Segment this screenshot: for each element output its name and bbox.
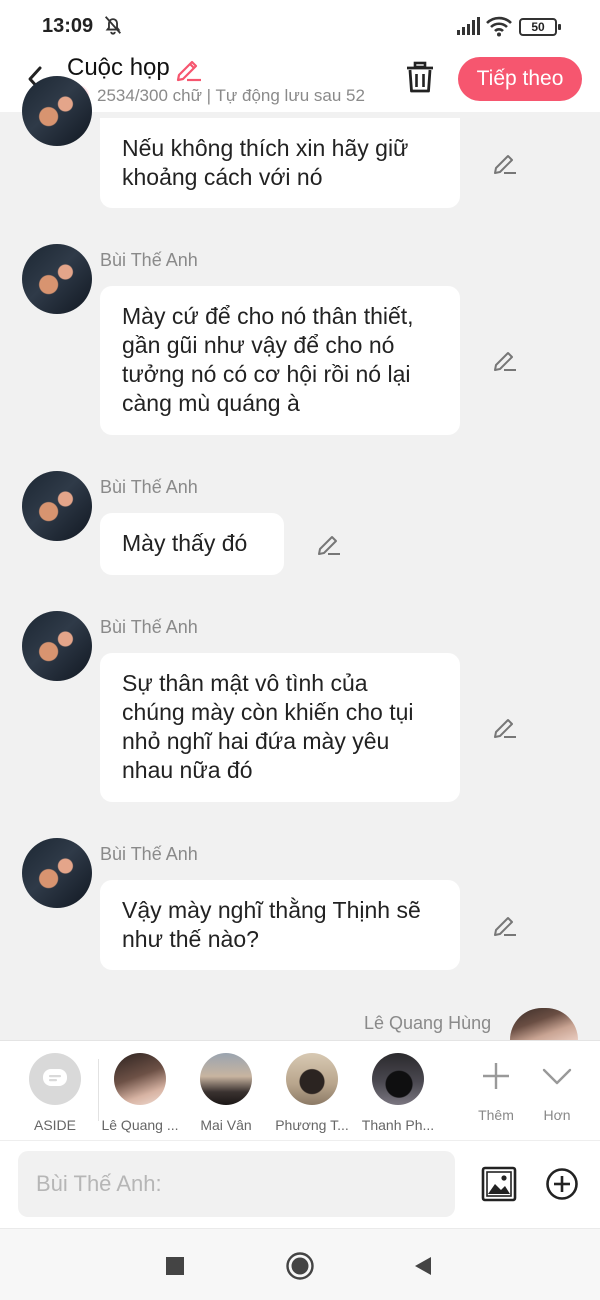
page-title: Cuộc họp [67, 54, 170, 81]
message-input[interactable] [18, 1151, 455, 1217]
edit-pencil-icon[interactable] [492, 714, 518, 740]
message-bubble[interactable]: Mày cứ để cho nó thân thiết, gần gũi như… [100, 286, 460, 435]
avatar [114, 1053, 166, 1105]
avatar [372, 1053, 424, 1105]
bell-off-icon [104, 16, 122, 35]
sender-name: Bùi Thế Anh [100, 844, 198, 864]
status-time: 13:09 [42, 15, 94, 37]
avatar [200, 1053, 252, 1105]
character-le-quang-hung[interactable]: Lê Quang ... [94, 1053, 186, 1133]
chevron-down-icon [542, 1068, 572, 1085]
avatar [286, 1053, 338, 1105]
recent-apps-button[interactable] [160, 1251, 190, 1281]
character-label: Phương T... [275, 1117, 349, 1133]
character-mai-van[interactable]: Mai Vân [180, 1053, 272, 1133]
character-thanh-ph[interactable]: Thanh Ph... [352, 1053, 444, 1133]
character-label: ASIDE [33, 1117, 76, 1133]
character-label: Mai Vân [200, 1117, 252, 1133]
edit-pencil-icon[interactable] [492, 912, 518, 938]
system-nav-bar [0, 1228, 600, 1300]
trash-icon[interactable] [402, 59, 438, 95]
message-bubble[interactable]: Sự thân mật vô tình của chúng mày còn kh… [100, 653, 460, 802]
edit-pencil-icon[interactable] [316, 531, 342, 557]
home-button[interactable] [285, 1251, 315, 1281]
avatar[interactable] [22, 611, 92, 681]
character-phuong-t[interactable]: Phương T... [266, 1053, 358, 1133]
add-circle-icon[interactable] [545, 1167, 579, 1201]
circle-icon [286, 1252, 314, 1280]
character-selector: ASIDE Lê Quang ... Mai Vân Phương T... T… [0, 1040, 600, 1140]
expand-label: Hơn [543, 1107, 571, 1123]
word-count-text: 2534/300 chữ | Tự động lưu sau 52 [97, 86, 365, 105]
more-label: Thêm [478, 1107, 514, 1123]
avatar[interactable] [22, 244, 92, 314]
message-bubble[interactable]: Nếu không thích xin hãy giữ khoảng cách … [100, 118, 460, 208]
battery-level: 50 [531, 20, 545, 34]
avatar[interactable] [22, 838, 92, 908]
next-button[interactable]: Tiếp theo [458, 57, 582, 101]
battery-indicator: 50 [519, 18, 561, 36]
aside-chat-icon [29, 1053, 81, 1105]
add-character-button[interactable]: Thêm [461, 1053, 531, 1123]
signal-icon [457, 17, 480, 35]
avatar[interactable] [22, 471, 92, 541]
word-count-status: 2534/300 chữ | Tự động lưu sau 52 [67, 84, 380, 108]
message-bubble[interactable]: Vậy mày nghĩ thằng Thịnh sẽ như thế nào? [100, 880, 460, 970]
edit-pencil-icon[interactable] [492, 347, 518, 373]
edit-pencil-icon[interactable] [492, 150, 518, 176]
message-bubble[interactable]: Mày thấy đó [100, 513, 284, 575]
avatar[interactable] [510, 1008, 578, 1040]
triangle-back-icon [415, 1257, 431, 1275]
status-bar: 13:09 50 [0, 0, 600, 52]
avatar[interactable] [22, 76, 92, 146]
image-icon[interactable] [480, 1165, 518, 1203]
edit-title-icon[interactable] [174, 54, 202, 82]
back-nav-button[interactable] [408, 1251, 438, 1281]
square-icon [166, 1257, 184, 1275]
sender-name: Lê Quang Hùng [364, 1013, 492, 1033]
character-label: Thanh Ph... [361, 1117, 435, 1133]
sender-name: Bùi Thế Anh [100, 477, 198, 497]
sender-name: Bùi Thế Anh [100, 617, 198, 637]
plus-icon [483, 1063, 509, 1089]
character-label: Lê Quang ... [101, 1117, 179, 1133]
wifi-icon [486, 16, 512, 37]
sender-name: Bùi Thế Anh [100, 250, 198, 270]
character-aside[interactable]: ASIDE [9, 1053, 101, 1133]
input-bar [0, 1140, 600, 1228]
expand-button[interactable]: Hơn [522, 1053, 592, 1123]
